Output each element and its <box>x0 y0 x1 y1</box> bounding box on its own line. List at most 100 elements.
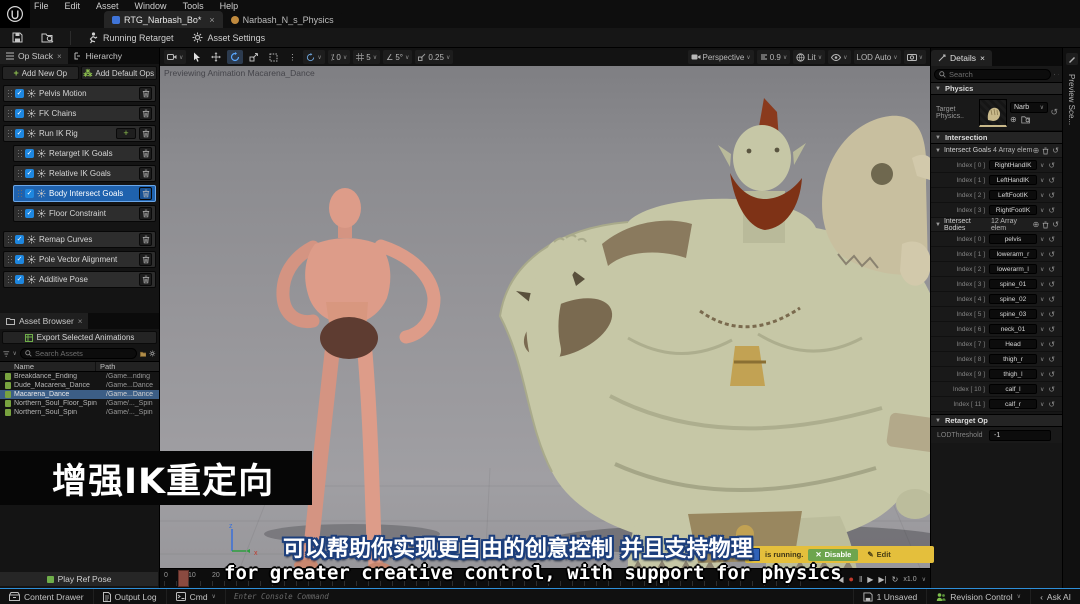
body-value-dropdown[interactable]: spine_03 <box>989 309 1037 319</box>
menu-file[interactable]: File <box>34 1 49 11</box>
delete-op-button[interactable] <box>139 107 152 120</box>
goal-value-dropdown[interactable]: LeftFootIK <box>989 190 1037 200</box>
asset-search-box[interactable] <box>20 348 137 359</box>
drag-handle-icon[interactable] <box>7 129 12 139</box>
op-enabled-checkbox[interactable] <box>15 129 24 138</box>
folder-icon[interactable] <box>140 350 147 358</box>
asset-row[interactable]: Dude_Macarena_Dance /Game...Dance <box>0 381 159 390</box>
op-row[interactable]: Pole Vector Alignment + <box>3 251 156 268</box>
body-value-dropdown[interactable]: spine_02 <box>989 294 1037 304</box>
scale-tool-button[interactable] <box>246 50 262 64</box>
goal-value-dropdown[interactable]: LeftHandIK <box>989 175 1037 185</box>
asset-settings-button[interactable]: Asset Settings <box>186 30 272 45</box>
delete-op-button[interactable] <box>139 187 152 200</box>
reset-to-default-icon[interactable]: ↺ <box>1048 280 1055 289</box>
op-row[interactable]: Run IK Rig + <box>3 125 156 142</box>
add-new-op-button[interactable]: + Add New Op <box>2 66 79 80</box>
filter-icon[interactable] <box>3 350 10 358</box>
reset-to-default-icon[interactable]: ↺ <box>1052 220 1059 229</box>
body-value-dropdown[interactable]: calf_l <box>989 384 1037 394</box>
chevron-down-icon[interactable]: ∨ <box>1040 386 1044 393</box>
body-value-dropdown[interactable]: thigh_r <box>989 354 1037 364</box>
tab-hierarchy[interactable]: Hierarchy <box>68 48 128 64</box>
op-enabled-checkbox[interactable] <box>15 109 24 118</box>
chevron-down-icon[interactable]: ∨ <box>1040 296 1044 303</box>
chevron-down-icon[interactable]: ∨ <box>1040 371 1044 378</box>
body-value-dropdown[interactable]: Head <box>989 339 1037 349</box>
op-row[interactable]: Additive Pose + <box>3 271 156 288</box>
move-tool-button[interactable] <box>208 50 224 64</box>
edit-button[interactable]: ✎ Edit <box>863 550 894 559</box>
reset-to-default-icon[interactable]: ↺ <box>1048 295 1055 304</box>
playback-speed[interactable]: x1.0 <box>903 576 916 583</box>
details-search-input[interactable] <box>949 70 1046 79</box>
close-tab-icon[interactable]: × <box>980 53 985 63</box>
reset-to-default-icon[interactable]: ↺ <box>1048 161 1055 170</box>
op-row[interactable]: FK Chains + <box>3 105 156 122</box>
menu-tools[interactable]: Tools <box>183 1 204 11</box>
location-snap-button[interactable]: ⁒ 0 ∨ <box>328 50 350 64</box>
ask-ai-button[interactable]: ‹ Ask AI <box>1030 589 1080 604</box>
asset-search-input[interactable] <box>35 349 132 358</box>
body-value-dropdown[interactable]: pelvis <box>989 234 1037 244</box>
column-name[interactable]: Name <box>0 362 96 371</box>
add-element-icon[interactable]: ⊕ <box>1033 146 1040 155</box>
op-enabled-checkbox[interactable] <box>25 149 34 158</box>
play-button[interactable]: ▶ <box>867 575 873 584</box>
reset-to-default-icon[interactable]: ↺ <box>1048 385 1055 394</box>
drag-handle-icon[interactable] <box>7 235 12 245</box>
tab-retargeter[interactable]: RTG_Narbash_Bo* × <box>104 11 223 28</box>
goal-value-dropdown[interactable]: RightHandIK <box>989 160 1037 170</box>
browse-to-asset-icon[interactable] <box>1021 115 1031 124</box>
chevron-down-icon[interactable]: ∨ <box>1040 266 1044 273</box>
add-default-ops-button[interactable]: ⁂ Add Default Ops <box>81 66 158 80</box>
asset-row[interactable]: Northern_Soul_Spin /Game/..._Spin <box>0 408 159 417</box>
trash-icon[interactable] <box>1042 147 1049 155</box>
chevron-down-icon[interactable]: ∨ <box>1040 326 1044 333</box>
drag-handle-icon[interactable] <box>17 169 22 179</box>
preview-scene-settings-tab[interactable]: Preview Sce... <box>1067 74 1076 125</box>
menu-window[interactable]: Window <box>135 1 167 11</box>
tab-physics-asset[interactable]: Narbash_N_s_Physics <box>223 11 342 28</box>
chevron-down-icon[interactable]: ∨ <box>1040 177 1044 184</box>
reset-to-default-icon[interactable]: ↺ <box>1048 340 1055 349</box>
preview-scene-settings-icon[interactable] <box>1066 53 1078 65</box>
lit-mode-button[interactable]: Lit ∨ <box>793 50 825 64</box>
use-selected-asset-icon[interactable]: ⊕ <box>1010 115 1017 124</box>
delete-op-button[interactable] <box>139 127 152 140</box>
select-tool-button[interactable] <box>189 50 205 64</box>
op-enabled-checkbox[interactable] <box>25 209 34 218</box>
grid-view-icon[interactable] <box>1054 70 1055 79</box>
drag-handle-icon[interactable] <box>7 89 12 99</box>
reset-to-default-icon[interactable]: ↺ <box>1048 310 1055 319</box>
delete-op-button[interactable] <box>139 87 152 100</box>
physics-asset-thumbnail[interactable] <box>979 99 1007 127</box>
op-row[interactable]: Floor Constraint + <box>13 205 156 222</box>
rotate-tool-button[interactable] <box>227 50 243 64</box>
show-flags-button[interactable]: ∨ <box>828 50 850 64</box>
chevron-down-icon[interactable]: ∨ <box>1040 192 1044 199</box>
op-row[interactable]: Body Intersect Goals + <box>13 185 156 202</box>
browse-to-asset-button[interactable] <box>35 30 60 45</box>
running-retarget-button[interactable]: Running Retarget <box>81 30 180 46</box>
camera-speed-button[interactable]: 0.9 ∨ <box>757 50 791 64</box>
section-intersection[interactable]: ▼ Intersection <box>931 131 1062 144</box>
op-row[interactable]: Retarget IK Goals + <box>13 145 156 162</box>
surface-snapping-button[interactable]: ∨ <box>303 50 324 64</box>
op-enabled-checkbox[interactable] <box>15 255 24 264</box>
delete-op-button[interactable] <box>139 253 152 266</box>
reset-to-default-icon[interactable]: ↺ <box>1052 146 1059 155</box>
delete-op-button[interactable] <box>139 147 152 160</box>
menu-help[interactable]: Help <box>220 1 239 11</box>
revision-control-button[interactable]: Revision Control ∨ <box>926 589 1030 604</box>
op-enabled-checkbox[interactable] <box>15 275 24 284</box>
chevron-down-icon[interactable]: ∨ <box>1040 341 1044 348</box>
reset-to-default-icon[interactable]: ↺ <box>1048 370 1055 379</box>
drag-handle-icon[interactable] <box>17 149 22 159</box>
asset-row[interactable]: Northern_Soul_Floor_Spin /Game/..._Spin <box>0 399 159 408</box>
chevron-down-icon[interactable]: ∨ <box>1040 251 1044 258</box>
pause-button[interactable]: ‖ <box>859 575 862 584</box>
reset-to-default-icon[interactable]: ↺ <box>1048 176 1055 185</box>
op-row[interactable]: Pelvis Motion + <box>3 85 156 102</box>
op-enabled-checkbox[interactable] <box>15 89 24 98</box>
